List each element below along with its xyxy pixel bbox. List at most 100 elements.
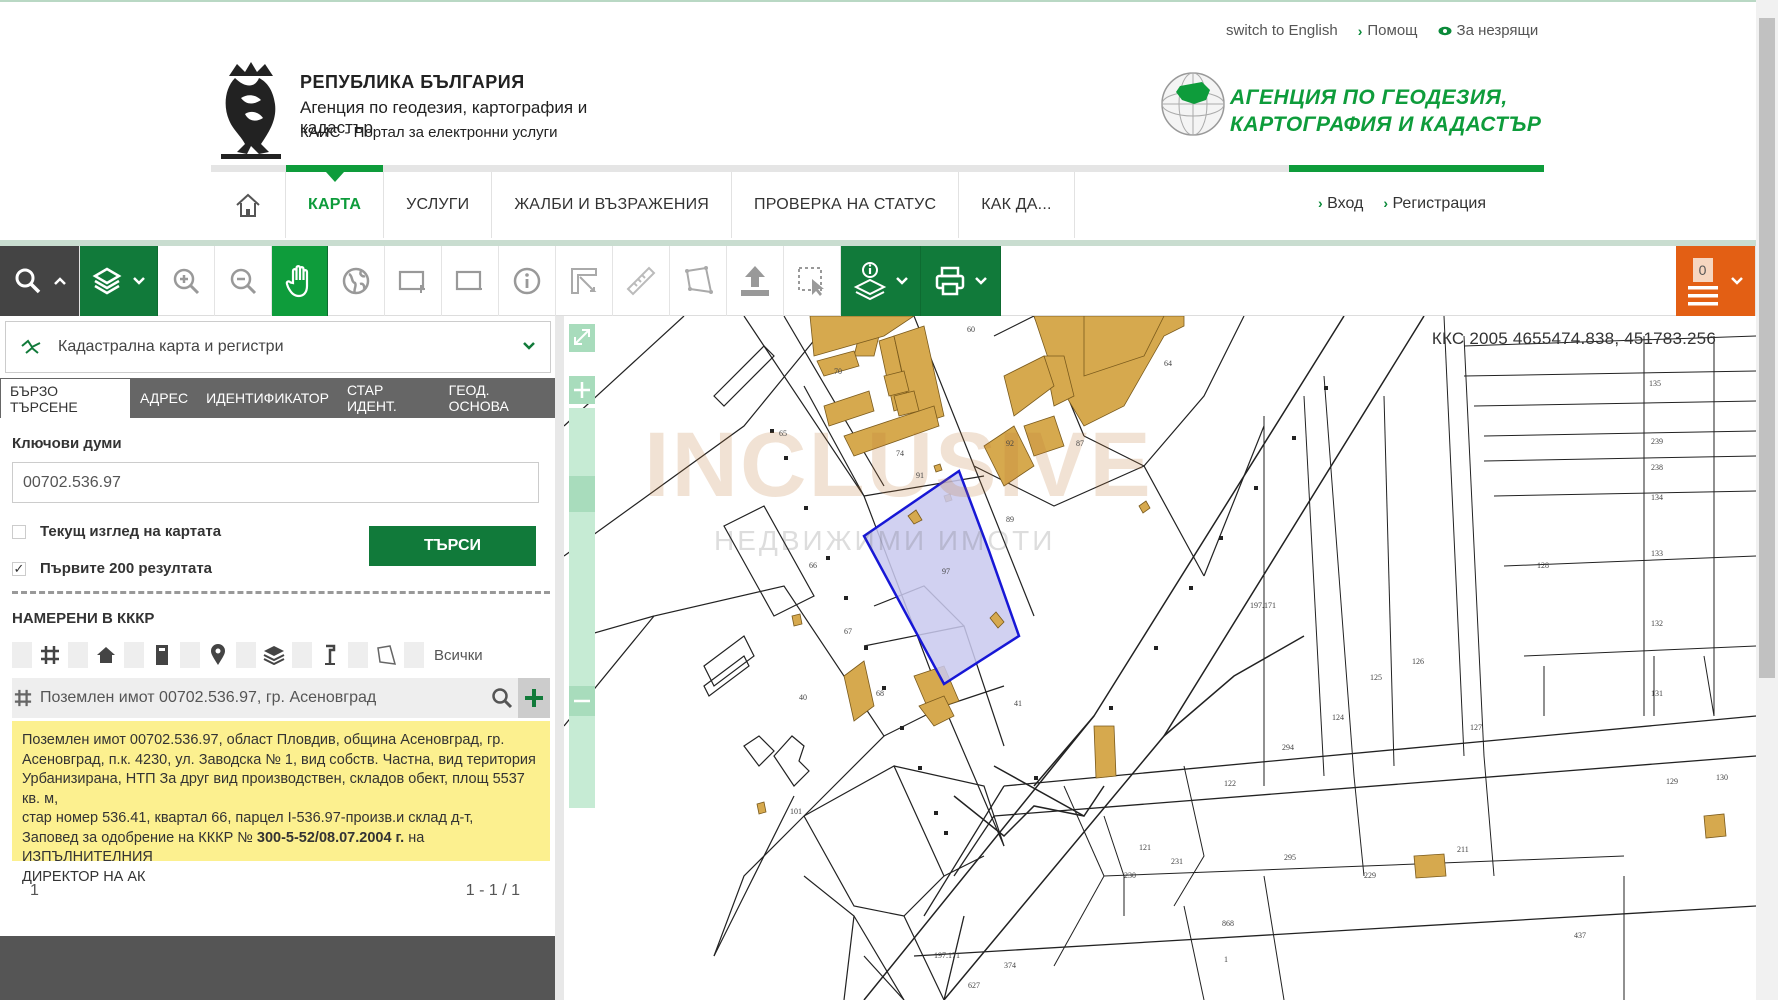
zoom-out-button[interactable]: [215, 246, 272, 316]
checkbox-box: [12, 524, 26, 539]
parcel-label: 65: [779, 429, 787, 438]
parcel-label: 295: [1284, 853, 1296, 862]
tab-old-identifier[interactable]: СТАР ИДЕНТ.: [338, 378, 440, 418]
tab-identifier[interactable]: ИДЕНТИФИКАТОР: [197, 378, 338, 418]
pan-tool-button[interactable]: [272, 246, 328, 316]
info-layers-button[interactable]: [841, 246, 921, 316]
select-by-rectangle-button[interactable]: [784, 246, 841, 316]
zoom-handle[interactable]: [569, 476, 595, 512]
apartment-icon[interactable]: [148, 642, 176, 668]
panel-splitter[interactable]: [555, 316, 564, 1000]
zoom-track[interactable]: [569, 408, 595, 808]
filter-checkbox[interactable]: [348, 642, 368, 668]
measure-tool-button[interactable]: [556, 246, 613, 316]
survey-point-icon[interactable]: [316, 642, 344, 668]
agency-name-line2: КАРТОГРАФИЯ И КАДАСТЪР: [1230, 113, 1542, 136]
full-extent-button[interactable]: [328, 246, 385, 316]
map-canvas[interactable]: INCLUSIVE НЕДВИЖИМИ ИМОТИ 60 64 70 65 92…: [564, 316, 1756, 1000]
layers-icon[interactable]: [260, 642, 288, 668]
parcel-label: 374: [1004, 961, 1016, 970]
nav-complaints[interactable]: ЖАЛБИ И ВЪЗРАЖЕНИЯ: [492, 172, 733, 238]
building-home-icon[interactable]: [92, 642, 120, 668]
pagination: 1 1 - 1 / 1: [12, 882, 532, 912]
scrollbar-thumb[interactable]: [1759, 18, 1775, 678]
switch-english-link[interactable]: switch to English: [1226, 22, 1338, 39]
polygon-icon[interactable]: [372, 642, 400, 668]
upload-button[interactable]: [727, 246, 784, 316]
nav-map[interactable]: КАРТА: [286, 165, 385, 238]
search-icon: [15, 268, 40, 294]
accessibility-link[interactable]: За незрящи: [1438, 22, 1538, 39]
parcel-label: 68: [876, 689, 884, 698]
parcel-label: 89: [1006, 515, 1014, 524]
brand-portal-name: КАИС - Портал за електронни услуги: [300, 124, 558, 141]
layers-button[interactable]: [80, 246, 158, 316]
login-link[interactable]: › Вход: [1318, 195, 1363, 213]
zoom-in-button[interactable]: [158, 246, 215, 316]
map-toolbar: 0: [0, 246, 1756, 316]
zoom-in-icon: [173, 268, 200, 295]
filter-checkbox[interactable]: [180, 642, 200, 668]
measure-distance-button[interactable]: [613, 246, 670, 316]
ruler-diagonal-icon: [626, 266, 656, 296]
select-remove-button[interactable]: [442, 246, 499, 316]
nav-how-to[interactable]: КАК ДА...: [959, 172, 1075, 238]
filter-checkbox[interactable]: [292, 642, 312, 668]
help-link[interactable]: › Помощ: [1358, 22, 1418, 39]
parcel-label: 135: [1649, 379, 1661, 388]
filter-checkbox[interactable]: [12, 642, 32, 668]
keywords-label: Ключови думи: [12, 435, 122, 452]
search-toggle-button[interactable]: [0, 246, 80, 316]
current-view-checkbox[interactable]: Текущ изглед на картата: [12, 523, 221, 540]
parcel-grid-icon[interactable]: [36, 642, 64, 668]
result-item[interactable]: Поземлен имот 00702.536.97, гр. Асеновгр…: [12, 678, 550, 718]
coordinates-readout: ККС 2005 4655474.838, 451783.256: [1431, 329, 1716, 348]
chevron-right-icon: ›: [1357, 22, 1363, 39]
print-button[interactable]: [921, 246, 1001, 316]
add-to-cart-button[interactable]: [518, 678, 550, 718]
filter-checkbox[interactable]: [404, 642, 424, 668]
layer-info-icon: [853, 262, 886, 301]
parcel-label: 129: [1666, 777, 1678, 786]
parcel-label: 294: [1282, 743, 1294, 752]
zoom-slider[interactable]: [564, 316, 598, 1000]
parcel-label: 231: [1171, 857, 1183, 866]
location-pin-icon[interactable]: [204, 642, 232, 668]
select-add-button[interactable]: [385, 246, 442, 316]
parcel-label: 197.171: [1250, 601, 1276, 610]
watermark-sub: НЕДВИЖИМИ ИМОТИ: [714, 525, 1055, 556]
zoom-to-result-button[interactable]: [486, 678, 518, 718]
result-count: 1 - 1 / 1: [465, 882, 520, 899]
page-number[interactable]: 1: [30, 882, 39, 900]
help-label: Помощ: [1367, 22, 1418, 39]
cadastral-map[interactable]: INCLUSIVE НЕДВИЖИМИ ИМОТИ 60 64 70 65 92…: [564, 316, 1756, 1000]
datasource-select[interactable]: Кадастрална карта и регистри: [5, 321, 551, 373]
nav-status-check[interactable]: ПРОВЕРКА НА СТАТУС: [732, 172, 960, 238]
filter-checkbox[interactable]: [124, 642, 144, 668]
tab-quick-search[interactable]: БЪРЗО ТЪРСЕНЕ: [0, 378, 131, 418]
search-button[interactable]: ТЪРСИ: [369, 526, 536, 566]
measure-area-button[interactable]: [670, 246, 727, 316]
parcel-grid-icon: [14, 689, 32, 707]
identify-button[interactable]: [499, 246, 556, 316]
filter-checkbox[interactable]: [68, 642, 88, 668]
first-200-checkbox[interactable]: ✓ Първите 200 резултата: [12, 560, 212, 577]
auth-links: › Вход › Регистрация: [1318, 195, 1486, 213]
parcel-label: 230: [1124, 871, 1136, 880]
register-link[interactable]: › Регистрация: [1383, 195, 1486, 213]
chevron-down-icon: [132, 277, 145, 285]
plus-icon: [525, 689, 543, 707]
result-details: Поземлен имот 00702.536.97, област Пловд…: [12, 721, 550, 885]
cart-button[interactable]: 0: [1676, 246, 1756, 316]
keywords-input[interactable]: [12, 462, 539, 503]
nav-home[interactable]: [211, 172, 286, 238]
tab-address[interactable]: АДРЕС: [131, 378, 197, 418]
agency-name: АГЕНЦИЯ ПО ГЕОДЕЗИЯ, КАРТОГРАФИЯ И КАДАС…: [1230, 84, 1541, 138]
brand-logo[interactable]: РЕПУБЛИКА БЪЛГАРИЯ Агенция по геодезия, …: [215, 58, 635, 160]
filter-checkbox[interactable]: [236, 642, 256, 668]
info-icon: [513, 267, 541, 295]
filter-all-label[interactable]: Всички: [434, 647, 483, 664]
tab-geodetic-base[interactable]: ГЕОД. ОСНОВА: [440, 378, 555, 418]
nav-services[interactable]: УСЛУГИ: [384, 172, 493, 238]
page-scrollbar[interactable]: [1756, 0, 1778, 1000]
